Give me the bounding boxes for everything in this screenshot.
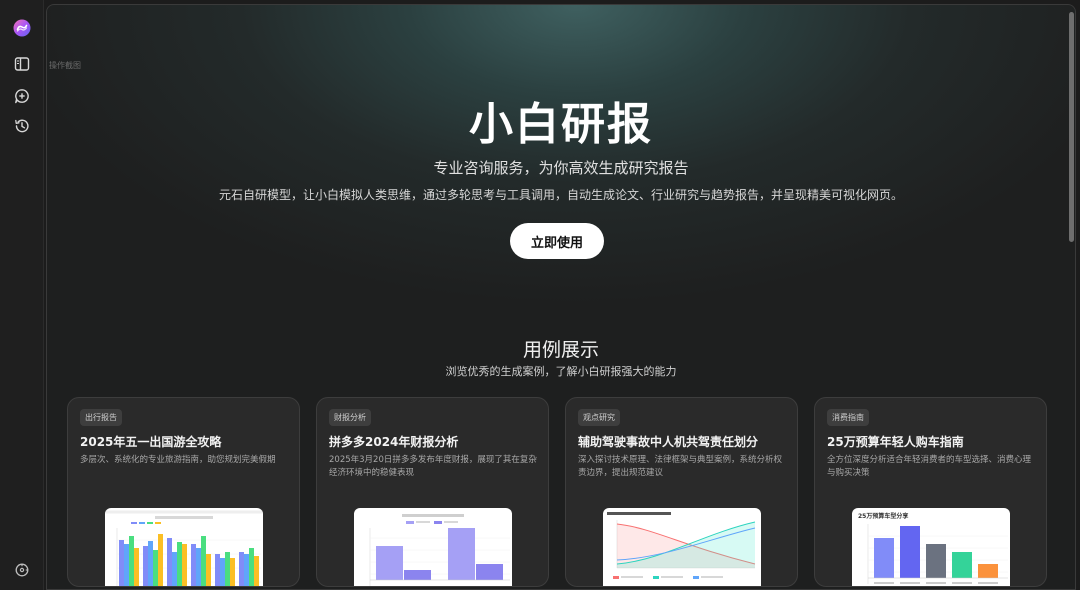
case-card-travel[interactable]: 出行报告 2025年五一出国游全攻略 多层次、系统化的专业旅游指南，助您规划完美… [67,397,300,587]
sidebar-toggle-icon[interactable] [11,53,33,75]
card-tag: 消费指南 [827,409,869,426]
case-card-research[interactable]: 观点研究 辅助驾驶事故中人机共驾责任划分 深入探讨技术原理、法律框架与典型案例，… [565,397,798,587]
hero-description: 元石自研模型，让小白模拟人类思维，通过多轮思考与工具调用，自动生成论文、行业研究… [218,188,903,202]
new-chat-icon[interactable] [11,85,33,107]
showcase-subtitle: 浏览优秀的生成案例，了解小白研报强大的能力 [445,365,677,378]
card-description: 2025年3月20日拼多多发布年度财报，展现了其在复杂经济环境中的稳健表现 [329,455,537,478]
card-title: 拼多多2024年财报分析 [329,435,459,449]
hero-subtitle: 专业咨询服务，为你高效生成研究报告 [433,159,689,177]
card-tag: 观点研究 [578,409,620,426]
card-tag: 出行报告 [80,409,122,426]
screenshot-label: 操作截图 [49,61,81,70]
card-title: 25万预算年轻人购车指南 [827,435,964,449]
settings-icon[interactable] [11,559,33,581]
card-thumbnail [603,508,761,586]
card-thumbnail [105,508,263,586]
case-card-finance[interactable]: 财报分析 拼多多2024年财报分析 2025年3月20日拼多多发布年度财报，展现… [316,397,549,587]
thumbnail-chart-title: 25万预算车型分享 [858,513,909,520]
main-panel: 操作截图 小白研报 专业咨询服务，为你高效生成研究报告 元石自研模型，让小白模拟… [46,4,1076,590]
start-button[interactable]: 立即使用 [510,223,604,259]
showcase-title: 用例展示 [522,339,599,361]
card-title: 辅助驾驶事故中人机共驾责任划分 [578,435,759,449]
hero-title: 小白研报 [469,99,653,150]
history-icon[interactable] [11,115,33,137]
card-thumbnail [354,508,512,586]
case-card-consumer[interactable]: 消费指南 25万预算年轻人购车指南 全方位深度分析适合年轻消费者的车型选择、消费… [814,397,1047,587]
card-thumbnail: 25万预算车型分享 [852,508,1010,586]
card-description: 多层次、系统化的专业旅游指南，助您规划完美假期 [80,455,276,465]
sidebar [0,0,44,590]
scrollbar[interactable] [1069,12,1074,242]
card-title: 2025年五一出国游全攻略 [80,435,222,449]
card-tag: 财报分析 [329,409,371,426]
card-description: 深入探讨技术原理、法律框架与典型案例，系统分析权责边界，提出规范建议 [578,455,783,478]
card-description: 全方位深度分析适合年轻消费者的车型选择、消费心理与购买决策 [827,455,1032,478]
logo-icon[interactable] [11,17,33,39]
